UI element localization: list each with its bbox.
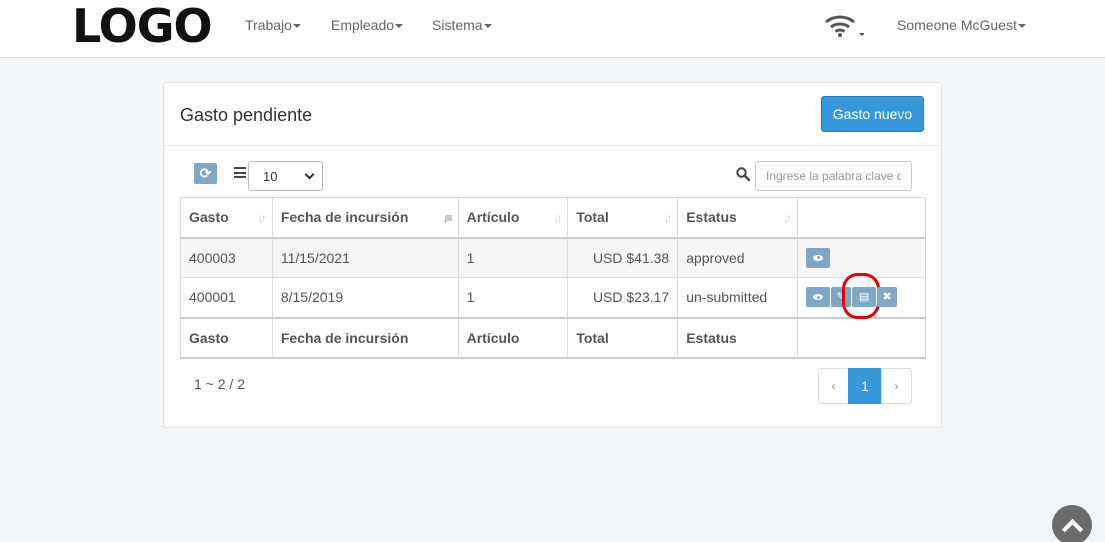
- footer-articulo: Artículo: [457, 316, 569, 359]
- cell-articulo: 1: [457, 277, 569, 318]
- menu-trabajo[interactable]: Trabajo: [245, 17, 301, 33]
- user-menu[interactable]: Someone McGuest: [897, 17, 1026, 33]
- caret-down-icon: [292, 24, 301, 29]
- close-icon: ✖: [882, 291, 892, 304]
- table-row: 400001 8/15/2019 1 USD $23.17 un-submitt…: [180, 273, 926, 320]
- expense-table: Gasto ↓↑ Fecha de incursión ↓≡ Artículo ↓↑ …: [180, 197, 926, 359]
- sort-icon: ↓↑: [553, 211, 562, 225]
- cell-estatus: un-submitted: [677, 277, 799, 318]
- footer-gasto: Gasto: [180, 316, 273, 359]
- header-estatus[interactable]: Estatus ↓↑: [677, 197, 799, 239]
- eye-icon: [813, 254, 824, 261]
- refresh-button[interactable]: ⟳: [194, 163, 217, 184]
- header-articulo[interactable]: Artículo ↓↑: [457, 197, 569, 239]
- caret-down-icon: [483, 24, 492, 29]
- cell-estatus: approved: [677, 237, 799, 278]
- delete-button[interactable]: ✖: [877, 287, 898, 308]
- next-page-button[interactable]: ›: [881, 368, 912, 404]
- scroll-to-top-button[interactable]: [1052, 505, 1092, 542]
- caret-down-icon: [395, 24, 404, 29]
- search-icon: [736, 167, 751, 182]
- caret-down-icon: [1017, 24, 1026, 29]
- table-footer-row: Gasto Fecha de incursión Artículo Total …: [180, 316, 926, 359]
- cell-actions: [797, 237, 926, 278]
- cell-total: USD $23.17: [567, 277, 679, 318]
- menu-empleado[interactable]: Empleado: [331, 17, 404, 33]
- eye-icon: [813, 294, 824, 301]
- header-total[interactable]: Total ↓↑: [567, 197, 679, 239]
- header-actions: [797, 197, 926, 239]
- view-button[interactable]: [806, 247, 831, 268]
- cell-actions: ✎ ▤ ✖: [797, 273, 926, 320]
- search-input[interactable]: [755, 161, 912, 191]
- panel-title: Gasto pendiente: [180, 105, 313, 125]
- cell-gasto: 400001: [180, 277, 273, 318]
- wifi-icon[interactable]: [824, 14, 865, 40]
- logo[interactable]: LOGO: [72, 3, 213, 49]
- pagination-info: 1 ~ 2 / 2: [194, 376, 245, 392]
- cell-total: USD $41.38: [567, 237, 679, 278]
- page-1-button[interactable]: 1: [848, 368, 882, 404]
- footer-fecha: Fecha de incursión: [271, 316, 459, 359]
- panel-header: Gasto pendiente Gasto nuevo: [164, 83, 941, 146]
- footer-total: Total: [567, 316, 679, 359]
- table-row: 400003 11/15/2021 1 USD $41.38 approved: [180, 237, 926, 278]
- prev-page-button[interactable]: ‹: [818, 368, 849, 404]
- footer-actions: [797, 316, 926, 359]
- sort-icon: ↓↑: [783, 211, 792, 225]
- highlight-circle: [842, 273, 881, 320]
- header-gasto[interactable]: Gasto ↓↑: [180, 197, 273, 239]
- footer-estatus: Estatus: [677, 316, 799, 359]
- cell-fecha: 8/15/2019: [271, 277, 459, 318]
- list-icon: [234, 167, 246, 178]
- view-button[interactable]: [806, 287, 831, 308]
- pending-expense-panel: Gasto pendiente Gasto nuevo ⟳ 10 Gasto↓↑…: [163, 82, 942, 428]
- cell-gasto: 400003: [180, 237, 273, 278]
- menu-sistema[interactable]: Sistema: [432, 17, 492, 33]
- top-navbar: LOGO Trabajo Empleado Sistema Someone Mc…: [0, 0, 1105, 58]
- cell-fecha: 11/15/2021: [271, 237, 459, 278]
- submit-document-button[interactable]: ▤: [842, 273, 881, 320]
- new-expense-button[interactable]: Gasto nuevo: [821, 96, 924, 132]
- pagination: ‹ 1 ›: [818, 368, 912, 404]
- sort-icon: ↓↑: [257, 211, 267, 225]
- sort-desc-icon: ↓≡: [442, 211, 453, 225]
- refresh-icon: ⟳: [199, 165, 212, 181]
- cell-articulo: 1: [457, 237, 569, 278]
- sort-icon: ↓↑: [663, 211, 672, 225]
- header-fecha[interactable]: Fecha de incursión ↓≡: [271, 197, 459, 239]
- chevron-down-icon: [304, 169, 315, 180]
- page-size-select[interactable]: 10: [248, 161, 323, 191]
